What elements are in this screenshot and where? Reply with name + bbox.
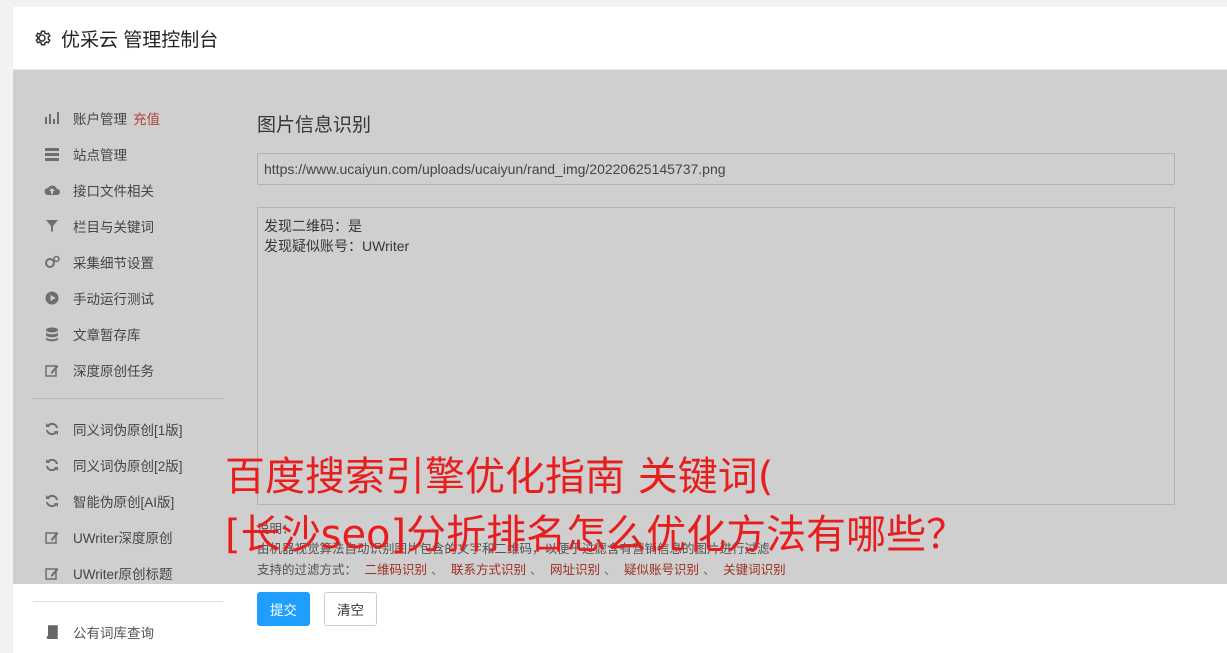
sidebar: 账户管理 充值 站点管理 接口文件相关 栏目与关键词 采集细节设置 手动运行测试… — [33, 100, 223, 650]
edit-icon — [43, 528, 61, 546]
sidebar-item-account[interactable]: 账户管理 充值 — [33, 100, 223, 136]
book-icon — [43, 623, 61, 641]
sidebar-item-label: 接口文件相关 — [73, 184, 154, 199]
sidebar-item-label: 深度原创任务 — [73, 364, 154, 379]
submit-button[interactable]: 提交 — [257, 592, 310, 626]
header-bar: 优采云 管理控制台 — [13, 7, 1227, 70]
play-circle-icon — [43, 289, 61, 307]
sidebar-item-manual-test[interactable]: 手动运行测试 — [33, 280, 223, 316]
edit-icon — [43, 564, 61, 582]
gear-icon — [33, 29, 51, 47]
page-title: 图片信息识别 — [257, 115, 372, 136]
recharge-link[interactable]: 充值 — [133, 108, 160, 128]
filter-separator: 、 — [604, 563, 617, 577]
cogs-icon — [43, 253, 61, 271]
sidebar-item-label: 文章暂存库 — [73, 328, 141, 343]
action-buttons: 提交 清空 — [257, 592, 1177, 626]
filter-icon — [43, 217, 61, 235]
sidebar-item-label: 公有词库查询 — [73, 626, 154, 641]
sidebar-item-label: UWriter深度原创 — [73, 531, 173, 546]
refresh-icon — [43, 492, 61, 510]
edit-icon — [43, 361, 61, 379]
content-panel: 账户管理 充值 站点管理 接口文件相关 栏目与关键词 采集细节设置 手动运行测试… — [13, 70, 1227, 653]
sidebar-item-columns-keywords[interactable]: 栏目与关键词 — [33, 208, 223, 244]
sidebar-item-label: 栏目与关键词 — [73, 220, 154, 235]
description-label: 说明： — [257, 522, 295, 536]
result-line: 发现二维码：是 — [264, 218, 362, 234]
bar-chart-icon — [43, 109, 61, 127]
filter-url: 网址识别 — [550, 563, 601, 577]
sidebar-divider — [33, 398, 223, 399]
sidebar-item-smart-ai[interactable]: 智能伪原创[AI版] — [33, 483, 223, 519]
database-icon — [43, 325, 61, 343]
sidebar-item-uwriter-deep[interactable]: UWriter深度原创 — [33, 519, 223, 555]
result-line: 发现疑似账号：UWriter — [264, 238, 410, 254]
sidebar-item-synonym-v1[interactable]: 同义词伪原创[1版] — [33, 411, 223, 447]
sidebar-divider — [33, 601, 223, 602]
result-textarea[interactable]: 发现二维码：是 发现疑似账号：UWriter — [257, 207, 1175, 505]
app-title: 优采云 管理控制台 — [61, 29, 219, 51]
sidebar-item-label: 智能伪原创[AI版] — [73, 495, 175, 510]
sidebar-item-label: 站点管理 — [73, 148, 127, 163]
sidebar-item-article-store[interactable]: 文章暂存库 — [33, 316, 223, 352]
filters-label: 支持的过滤方式： — [257, 563, 358, 577]
clear-button[interactable]: 清空 — [324, 592, 377, 626]
sidebar-item-label: 同义词伪原创[1版] — [73, 423, 183, 438]
sidebar-item-uwriter-title[interactable]: UWriter原创标题 — [33, 555, 223, 591]
filter-methods: 支持的过滤方式： 二维码识别、 联系方式识别、 网址识别、 疑似账号识别、 关键… — [257, 559, 1177, 578]
sidebar-item-label: UWriter原创标题 — [73, 567, 173, 582]
sidebar-item-label: 采集细节设置 — [73, 256, 154, 271]
sidebar-item-synonym-v2[interactable]: 同义词伪原创[2版] — [33, 447, 223, 483]
filter-keyword: 关键词识别 — [723, 563, 786, 577]
sidebar-item-label: 同义词伪原创[2版] — [73, 459, 183, 474]
sidebar-item-label: 手动运行测试 — [73, 292, 154, 307]
refresh-icon — [43, 420, 61, 438]
filter-separator: 、 — [530, 563, 543, 577]
filter-contact: 联系方式识别 — [451, 563, 527, 577]
filter-account: 疑似账号识别 — [624, 563, 700, 577]
sidebar-item-public-lexicon[interactable]: 公有词库查询 — [33, 614, 223, 650]
filter-separator: 、 — [431, 563, 444, 577]
sidebar-item-collect-settings[interactable]: 采集细节设置 — [33, 244, 223, 280]
cloud-upload-icon — [43, 181, 61, 199]
main-content: 图片信息识别 发现二维码：是 发现疑似账号：UWriter 说明： 由机器视觉算… — [257, 100, 1177, 626]
description: 说明： 由机器视觉算法自动识别图片包含的文字和二维码，以便于过滤含有营销信息的图… — [257, 519, 1177, 559]
sidebar-item-sites[interactable]: 站点管理 — [33, 136, 223, 172]
sidebar-item-api-files[interactable]: 接口文件相关 — [33, 172, 223, 208]
server-icon — [43, 145, 61, 163]
image-url-input[interactable] — [257, 153, 1175, 185]
filter-separator: 、 — [703, 563, 716, 577]
filter-qrcode: 二维码识别 — [364, 563, 428, 577]
sidebar-item-label: 账户管理 — [73, 112, 127, 127]
sidebar-item-deep-original[interactable]: 深度原创任务 — [33, 352, 223, 388]
description-text: 由机器视觉算法自动识别图片包含的文字和二维码，以便于过滤含有营销信息的图片进行过… — [257, 542, 770, 556]
refresh-icon — [43, 456, 61, 474]
